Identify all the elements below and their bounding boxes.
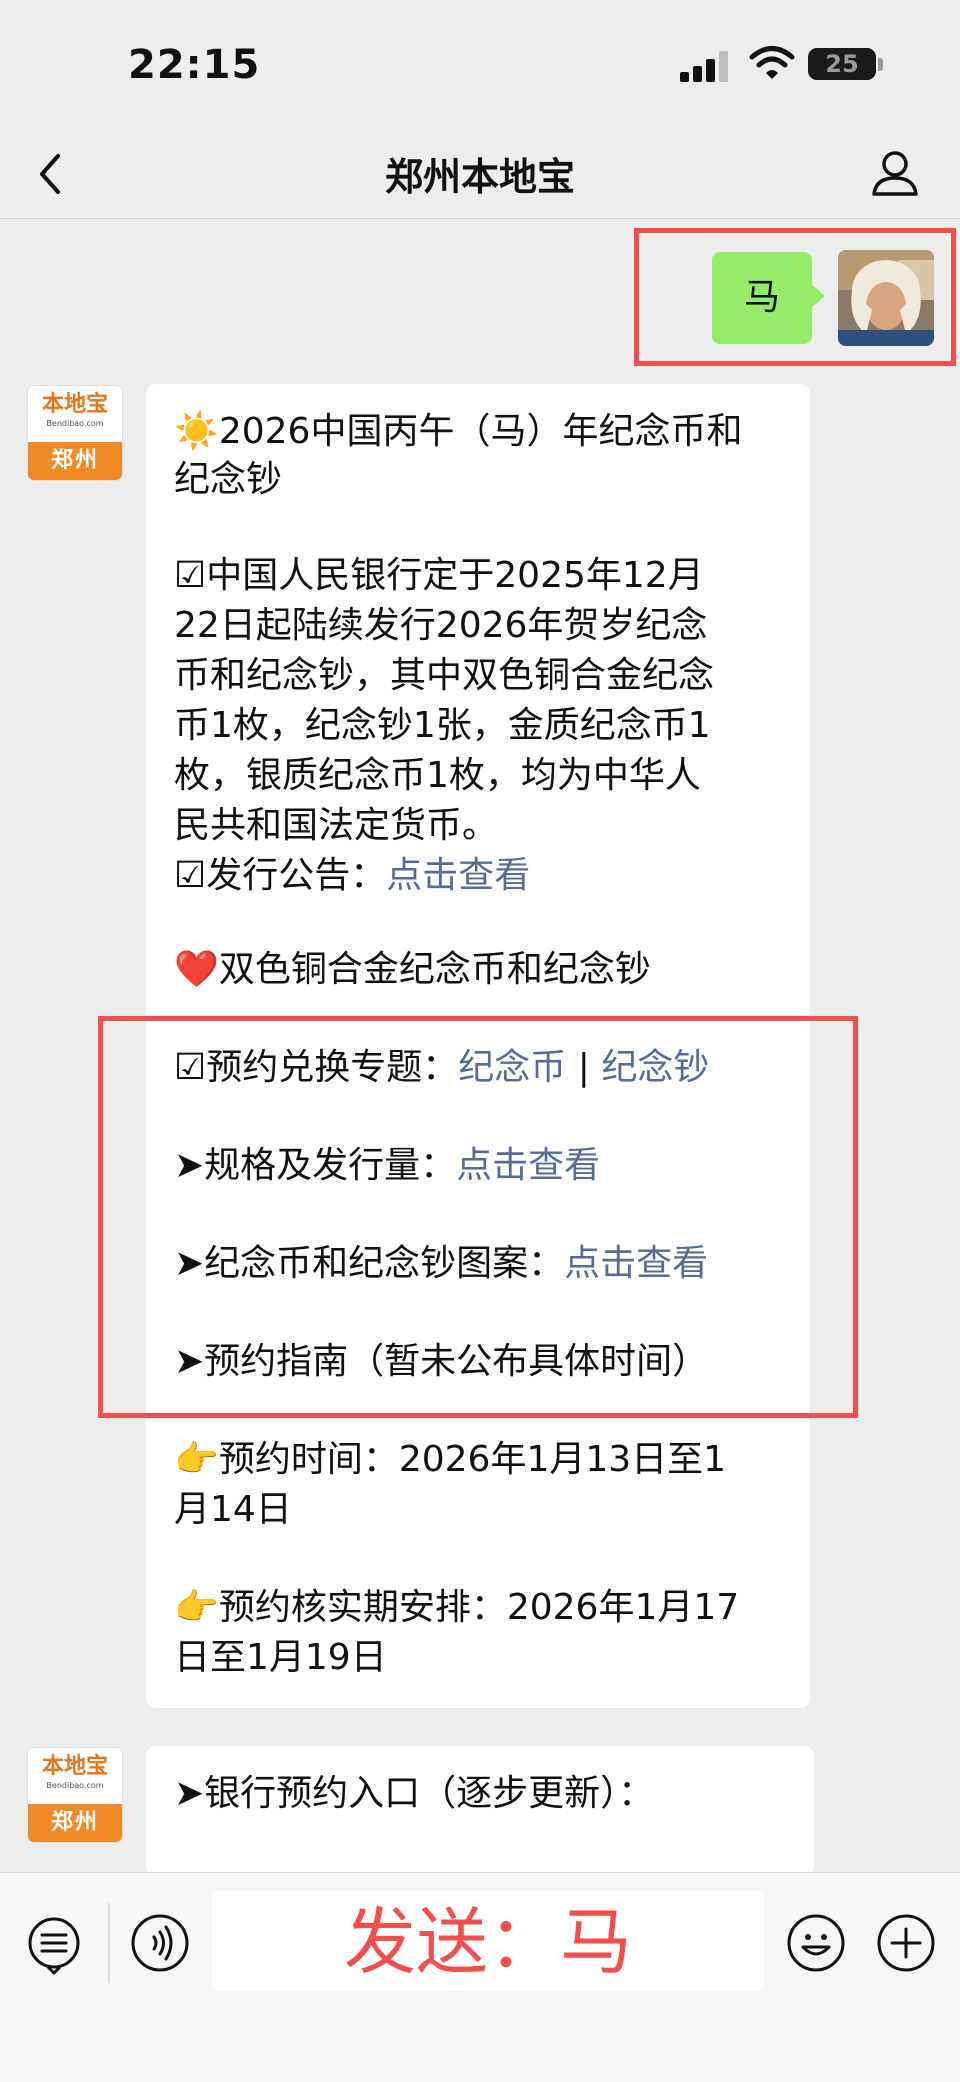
profile-icon[interactable] (866, 144, 924, 202)
highlight-booking-section (98, 1016, 858, 1418)
plus-icon[interactable] (876, 1913, 936, 1973)
logo-url: Bendibao.com (46, 1781, 104, 1790)
logo-top: 本地宝 Bendibao.com (28, 1748, 122, 1804)
account-logo[interactable]: 本地宝 Bendibao.com 郑州 (28, 386, 122, 480)
avatar-photo (838, 250, 934, 346)
wifi-icon (749, 46, 795, 79)
sun-emoji: ☀️ (174, 411, 219, 452)
paragraph-line: 22日起陆续发行2026年贺岁纪念 (174, 605, 708, 646)
input-bar: 发送：马 (0, 1872, 960, 2082)
input-text: 发送：马 (343, 1900, 632, 1984)
paragraph-line: 币1枚，纪念钞1张，金质纪念币1 (174, 705, 711, 746)
signal-icon (680, 50, 730, 82)
booking-time-line: 👉预约时间：2026年1月13日至1 (174, 1439, 727, 1480)
paragraph-line: 民共和国法定货币。 (174, 805, 499, 846)
message-title-cont: 纪念钞 (174, 459, 283, 500)
message-input[interactable]: 发送：马 (212, 1891, 764, 1991)
section-title-text: 双色铜合金纪念币和纪念钞 (218, 949, 651, 990)
battery-level: 25 (825, 50, 859, 78)
menu-icon[interactable] (24, 1915, 84, 1975)
logo-city: 郑州 (28, 1804, 122, 1842)
booking-time-line-cont: 月14日 (174, 1489, 292, 1530)
section-title: ❤️双色铜合金纪念币和纪念钞 (174, 946, 651, 994)
logo-city: 郑州 (28, 442, 122, 480)
paragraph-line: 币和纪念钞，其中双色铜合金纪念 (174, 655, 715, 696)
battery-cap (878, 58, 883, 71)
sent-message-text: 马 (743, 277, 780, 318)
paragraph-line: 枚，银质纪念币1枚，均为中华人 (174, 755, 701, 796)
logo-url: Bendibao.com (46, 419, 104, 428)
emoji-icon[interactable] (786, 1913, 846, 1973)
message-bubble: ➤银行预约入口（逐步更新）： (146, 1746, 814, 1876)
nav-bar: 郑州本地宝 (0, 130, 960, 219)
status-bar: 22:15 25 (0, 0, 960, 130)
sent-message-bubble[interactable]: 马 (712, 252, 825, 344)
toolbar-divider (108, 1903, 110, 1983)
announcement-label: ☑发行公告： (174, 855, 387, 896)
heart-emoji: ❤️ (174, 949, 219, 990)
logo-top: 本地宝 Bendibao.com (28, 386, 122, 442)
logo-brand: 本地宝 (41, 1754, 108, 1779)
chat-title: 郑州本地宝 (384, 155, 575, 199)
account-logo[interactable]: 本地宝 Bendibao.com 郑州 (28, 1748, 122, 1842)
verify-line-cont: 日至1月19日 (174, 1637, 387, 1678)
status-time: 22:15 (128, 42, 261, 88)
user-avatar[interactable] (838, 250, 934, 346)
announcement-link[interactable]: 点击查看 (386, 855, 530, 896)
verify-line: 👉预约核实期安排：2026年1月17 (174, 1587, 740, 1628)
logo-brand: 本地宝 (41, 392, 108, 417)
announcement-line: ☑发行公告：点击查看 (174, 852, 530, 900)
message-title: ☀️2026中国丙午（马）年纪念币和 (174, 408, 742, 456)
voice-icon[interactable] (130, 1913, 190, 1973)
bank-entry-line: ➤银行预约入口（逐步更新）： (174, 1773, 655, 1814)
title-text: 2026中国丙午（马）年纪念币和 (218, 411, 743, 452)
paragraph-line: ☑中国人民银行定于2025年12月 (174, 555, 704, 596)
